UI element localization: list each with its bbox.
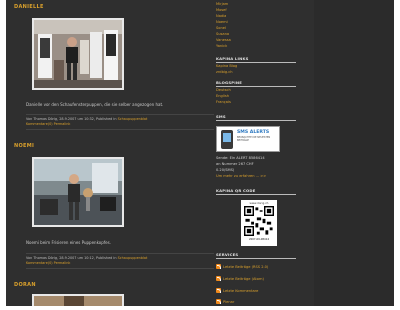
blog-page: DANIELLE Danielle vor den Schaufensterpu… (6, 0, 394, 306)
sidebar-link[interactable]: Sonel (216, 26, 226, 30)
sidebar-link[interactable]: Yanick (216, 44, 227, 48)
sms-instructions: 0.20/SMS) (216, 168, 235, 172)
sidebar-link[interactable]: Mirjam (216, 2, 228, 6)
qr-caption-bottom: 2007-09-08414 (248, 238, 270, 241)
qr-code-box[interactable]: www.dorig.ch 2007-09-08414 (241, 200, 277, 246)
phone-icon (221, 130, 233, 149)
sms-banner-title: SMS ALERTS (237, 130, 270, 135)
rss-icon (216, 264, 221, 269)
sms-banner-subtitle: BEOBACHTE DIE NEUESTEN BEITRÄGE (237, 136, 271, 142)
post-meta: Von Thomas Dörig, 28.9.2007 um 10:32, Pu… (26, 114, 214, 130)
feed-label: Letzte Beiträge (RSS 2.0) (223, 264, 269, 269)
right-margin (314, 0, 394, 306)
rss-icon (216, 299, 221, 304)
post-title[interactable]: DANIELLE (14, 4, 44, 10)
post-photo-image (34, 296, 122, 306)
language-link[interactable]: Français (216, 100, 231, 104)
post-comments-link[interactable]: Kommentare(0) Permalink (26, 122, 70, 126)
post-meta-byline: Von Thomas Dörig, 28.9.2007 um 10:32, Pu… (26, 117, 117, 121)
sidebar-heading-language: BLOGSPINE (216, 80, 296, 87)
shop-photo-image (34, 20, 122, 88)
post-comments-link[interactable]: Kommentare(0) Permalink (26, 261, 70, 265)
sms-instructions: Sende: Ein ALERT 8586414 (216, 156, 265, 160)
qr-caption-top: www.dorig.ch (249, 201, 269, 205)
salon-photo-image (34, 159, 122, 225)
qr-code-icon (244, 206, 274, 236)
language-link[interactable]: English (216, 94, 229, 98)
post-title[interactable]: NOEMI (14, 143, 34, 149)
language-link[interactable]: Deutsch (216, 88, 231, 92)
feed-link[interactable]: Letzte Beiträge (RSS 2.0) (216, 264, 268, 269)
sms-more-link[interactable]: Um mehr zu erfahren ... >> (216, 174, 266, 178)
post-title[interactable]: DORAN (14, 282, 36, 288)
post-meta: Von Thomas Dörig, 28.9.2007 um 10:12, Pu… (26, 253, 214, 269)
sidebar-link[interactable]: Kapina Blog (216, 64, 237, 68)
feed-label: Plenar (223, 299, 235, 304)
post-category-link[interactable]: Schaupuppenblat (118, 256, 148, 260)
post-meta-byline: Von Thomas Dörig, 28.9.2007 um 10:12, Pu… (26, 256, 117, 260)
sidebar-heading-sms: SMS (216, 114, 296, 121)
sidebar-link[interactable]: Vanessa (216, 38, 231, 42)
post-photo[interactable] (32, 157, 124, 227)
sidebar-link[interactable]: Mosef (216, 8, 227, 12)
post-photo[interactable] (32, 18, 124, 90)
sidebar-link[interactable]: zrdbig.ch (216, 70, 233, 74)
feed-link[interactable]: Letzte Beiträge (Atom) (216, 276, 264, 281)
post-caption: Noemi beim Frisieren eines Puppenkopfes. (26, 240, 111, 245)
sidebar-link[interactable]: Nadia (216, 14, 226, 18)
feed-link[interactable]: Letzte Kommentare (216, 288, 258, 293)
sidebar-heading-services: SERVICES (216, 252, 296, 259)
feed-label: Letzte Beiträge (Atom) (223, 276, 264, 281)
feed-link[interactable]: Plenar (216, 299, 234, 304)
rss-icon (216, 276, 221, 281)
post-category-link[interactable]: Schaupuppenblat (118, 117, 148, 121)
sidebar-heading-qr: KAPINA QR CODE (216, 188, 296, 195)
sms-alerts-banner[interactable]: SMS ALERTS BEOBACHTE DIE NEUESTEN BEITRÄ… (216, 126, 280, 152)
sidebar-link[interactable]: Noemi (216, 20, 228, 24)
sidebar-link[interactable]: Susana (216, 32, 229, 36)
post-photo[interactable] (32, 294, 124, 306)
post-caption: Danielle vor den Schaufensterpuppen, die… (26, 102, 164, 107)
sidebar-heading-links: KAPINA LINKS (216, 56, 296, 63)
sms-instructions: an Nummer 267 CHF (216, 162, 254, 166)
rss-icon (216, 288, 221, 293)
feed-label: Letzte Kommentare (223, 288, 259, 293)
